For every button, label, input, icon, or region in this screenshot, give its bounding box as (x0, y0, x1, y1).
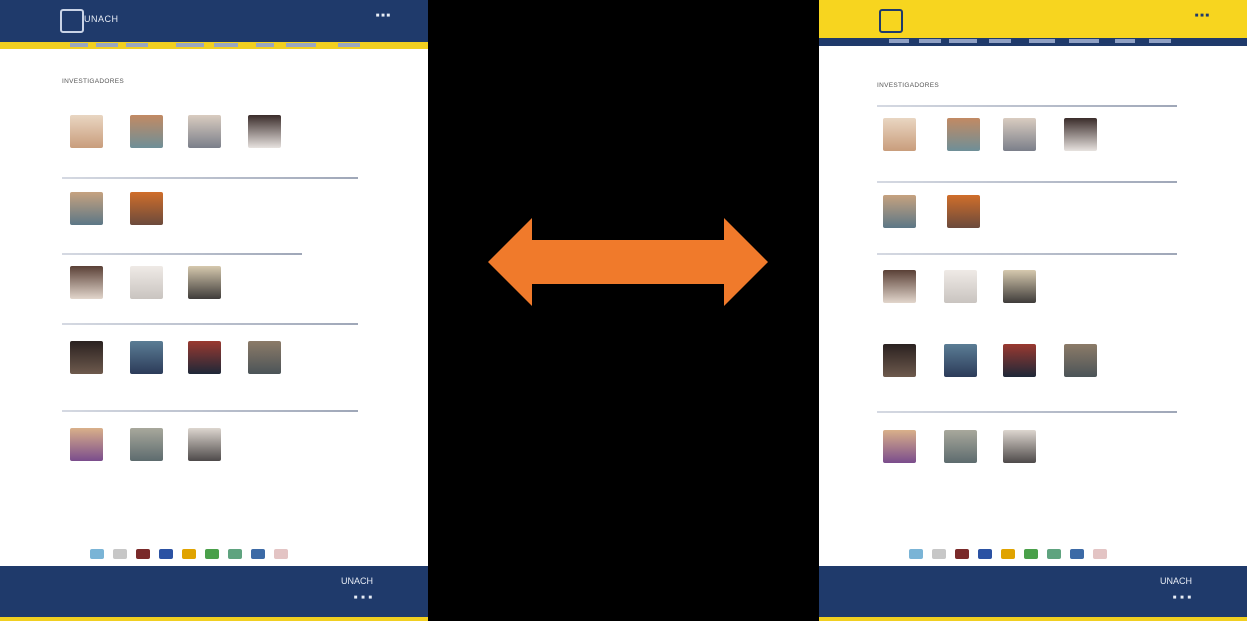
nav-item[interactable] (919, 39, 941, 43)
researcher-photo[interactable] (947, 118, 980, 151)
footer-social-icons[interactable]: ■ ■ ■ (354, 595, 373, 601)
footer-social-icons[interactable]: ■ ■ ■ (1173, 595, 1192, 601)
researcher-photo[interactable] (883, 195, 916, 228)
researcher-photo[interactable] (130, 341, 163, 374)
page-title: INVESTIGADORES (62, 78, 124, 85)
researcher-photo[interactable] (188, 428, 221, 461)
nav-item[interactable] (256, 43, 274, 47)
section-heading (877, 180, 1177, 183)
researcher-photo[interactable] (947, 195, 980, 228)
site-footer: UNACH ■ ■ ■ (0, 566, 428, 621)
researcher-photo[interactable] (70, 341, 103, 374)
section-heading (877, 326, 1177, 329)
main-nav (819, 38, 1247, 46)
nav-item[interactable] (338, 43, 360, 47)
university-logo-icon (60, 9, 84, 33)
partner-logos (909, 546, 1165, 562)
site-header: UNACH ■ ■ ■ (0, 0, 428, 47)
nav-item[interactable] (1115, 39, 1135, 43)
researcher-photo[interactable] (883, 430, 916, 463)
nav-item[interactable] (96, 43, 118, 47)
researcher-photo[interactable] (188, 341, 221, 374)
researcher-photo[interactable] (1064, 118, 1097, 151)
researcher-photo[interactable] (130, 115, 163, 148)
researcher-photo[interactable] (1003, 344, 1036, 377)
researcher-photo[interactable] (188, 115, 221, 148)
section-heading (62, 176, 358, 179)
header-right-icons[interactable]: ■ ■ ■ (1195, 12, 1209, 20)
researcher-photo[interactable] (70, 266, 103, 299)
researcher-photo[interactable] (883, 270, 916, 303)
researcher-photo[interactable] (944, 344, 977, 377)
nav-item[interactable] (214, 43, 238, 47)
right-screenshot: ■ ■ ■ INVESTIGADORES UNACH ■ ■ ■ (819, 0, 1247, 621)
nav-item[interactable] (1149, 39, 1171, 43)
researcher-photo[interactable] (70, 115, 103, 148)
nav-item[interactable] (1069, 39, 1099, 43)
double-headed-arrow-icon (488, 218, 768, 306)
researcher-photo[interactable] (1003, 118, 1036, 151)
section-heading (877, 410, 1177, 413)
researcher-photo[interactable] (130, 266, 163, 299)
researcher-photo[interactable] (944, 270, 977, 303)
researcher-photo[interactable] (1064, 344, 1097, 377)
section-heading (62, 104, 358, 107)
researcher-photo[interactable] (883, 344, 916, 377)
nav-item[interactable] (989, 39, 1011, 43)
nav-item[interactable] (126, 43, 148, 47)
researcher-photo[interactable] (130, 192, 163, 225)
nav-item[interactable] (949, 39, 977, 43)
researcher-photo[interactable] (70, 428, 103, 461)
university-logo-icon (879, 9, 903, 33)
footer-brand: UNACH (340, 576, 373, 586)
researcher-photo[interactable] (1003, 430, 1036, 463)
nav-item[interactable] (176, 43, 204, 47)
section-heading (877, 252, 1177, 255)
researcher-photo[interactable] (248, 341, 281, 374)
section-heading (877, 104, 1177, 107)
nav-item[interactable] (1029, 39, 1055, 43)
researcher-photo[interactable] (944, 430, 977, 463)
researcher-photo[interactable] (883, 118, 916, 151)
nav-item[interactable] (889, 39, 909, 43)
researcher-photo[interactable] (70, 192, 103, 225)
researcher-photo[interactable] (248, 115, 281, 148)
section-heading (62, 409, 358, 412)
section-heading (62, 322, 358, 325)
main-nav (0, 42, 428, 49)
left-screenshot: UNACH ■ ■ ■ INVESTIGADORES UNACH ■ ■ ■ (0, 0, 428, 621)
header-right-icons[interactable]: ■ ■ ■ (376, 12, 390, 20)
site-brand: UNACH (84, 14, 119, 24)
footer-brand: UNACH (1159, 576, 1192, 586)
site-footer: UNACH ■ ■ ■ (819, 566, 1247, 621)
nav-item[interactable] (286, 43, 316, 47)
page-title: INVESTIGADORES (877, 82, 939, 89)
partner-logos (90, 546, 346, 562)
section-heading (62, 252, 358, 255)
researcher-photo[interactable] (188, 266, 221, 299)
nav-item[interactable] (70, 43, 88, 47)
researcher-photo[interactable] (1003, 270, 1036, 303)
researcher-photo[interactable] (130, 428, 163, 461)
